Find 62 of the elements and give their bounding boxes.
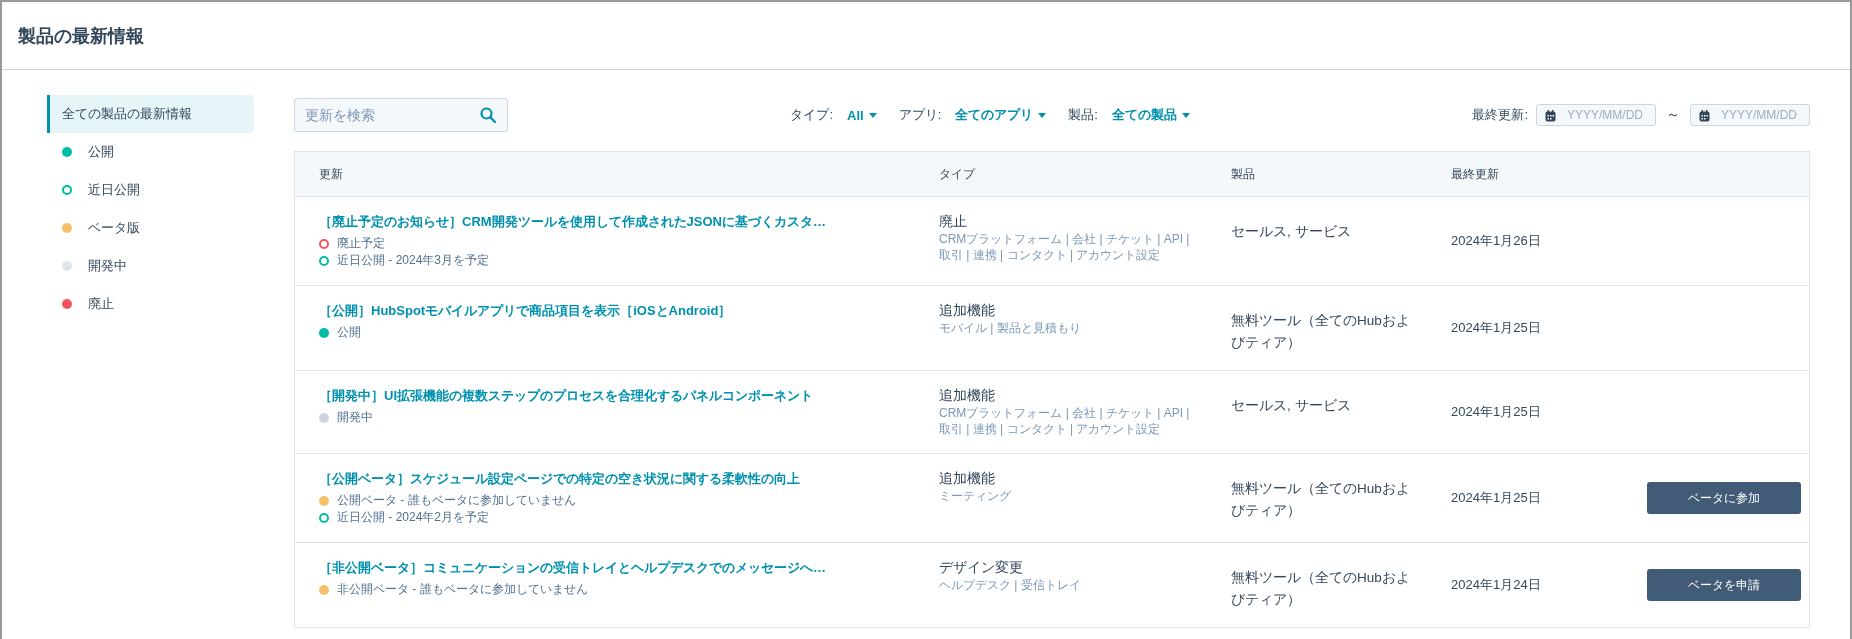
date-field[interactable]: YYYY/MM/DD (1536, 104, 1656, 126)
filter-dropdown[interactable]: 全ての製品 (1111, 106, 1190, 124)
product-text: 無料ツール（全てのHubおよびティア） (1231, 312, 1411, 352)
update-title-link[interactable]: ［非公開ベータ］コミュニケーションの受信トレイとヘルプデスクでのメッセージへ… (319, 559, 907, 577)
beta-button[interactable]: ベータを申請 (1647, 569, 1801, 601)
date-text: 2024年1月25日 (1451, 319, 1541, 337)
product-text: セールス, サービス (1231, 397, 1352, 415)
update-title-link[interactable]: ［公開］HubSpotモバイルアプリで商品項目を表示［iOSとAndroid］ (319, 302, 907, 320)
sidebar-item[interactable]: 近日公開 (47, 171, 254, 209)
filter-dropdown[interactable]: 全てのアプリ (955, 106, 1047, 124)
update-title-link[interactable]: ［廃止予定のお知らせ］CRM開発ツールを使用して作成されたJSONに基づくカスタ… (319, 213, 907, 231)
update-title-link[interactable]: ［開発中］UI拡張機能の複数ステップのプロセスを合理化するパネルコンポーネント (319, 387, 907, 405)
filter-dropdown[interactable]: All (847, 107, 877, 123)
tags-text: CRMプラットフォーム | 会社 | チケット | API | 取引 | 連携 | コンタクト | アカウント設定 (939, 231, 1191, 263)
update-title-link[interactable]: ［公開ベータ］スケジュール設定ページでの特定の空き状況に関する柔軟性の向上 (319, 470, 907, 488)
type-text: 追加機能 (939, 302, 996, 320)
sidebar-item[interactable]: 全ての製品の最新情報 (47, 95, 254, 133)
date-field[interactable]: YYYY/MM/DD (1690, 104, 1810, 126)
filter-label: 製品: (1068, 106, 1098, 124)
range-separator: ～ (1665, 106, 1681, 124)
product-text: 無料ツール（全てのHubおよびティア） (1231, 569, 1411, 609)
status-text: 公開 (337, 324, 361, 341)
column-header: 更新 (318, 165, 344, 183)
sidebar-item[interactable]: 廃止 (47, 285, 254, 323)
sidebar-item[interactable]: ベータ版 (47, 209, 254, 247)
status-text: 開発中 (337, 409, 373, 426)
calendar-icon (1699, 110, 1710, 122)
column-header: タイプ (938, 165, 977, 183)
tags-text: モバイル | 製品と見積もり (939, 320, 1082, 336)
column-header: 最終更新 (1450, 165, 1500, 183)
type-text: デザイン変更 (939, 559, 1024, 577)
product-text: 無料ツール（全てのHubおよびティア） (1231, 480, 1411, 520)
caret-icon (1038, 112, 1047, 118)
status-text: 廃止予定 (337, 235, 385, 252)
calendar-icon (1545, 110, 1556, 122)
date-text: 2024年1月25日 (1451, 489, 1541, 507)
beta-button[interactable]: ベータに参加 (1647, 482, 1801, 514)
type-text: 追加機能 (939, 387, 996, 405)
filter-label: アプリ: (898, 106, 942, 124)
date-text: 2024年1月25日 (1451, 403, 1541, 421)
search-field[interactable]: 更新を検索 (294, 98, 508, 132)
date-text: 2024年1月24日 (1451, 576, 1541, 594)
date-text: 2024年1月26日 (1451, 232, 1541, 250)
search-icon (480, 107, 496, 123)
date-label: 最終更新: (1472, 106, 1528, 124)
status-text: 近日公開 - 2024年3月を予定 (337, 252, 490, 269)
status-text: 非公開ベータ - 誰もベータに参加していません (337, 581, 588, 598)
status-text: 公開ベータ - 誰もベータに参加していません (337, 492, 576, 509)
tags-text: ヘルプデスク | 受信トレイ (939, 577, 1082, 593)
product-text: セールス, サービス (1231, 223, 1352, 241)
sidebar-item[interactable]: 公開 (47, 133, 254, 171)
sidebar-item[interactable]: 開発中 (47, 247, 254, 285)
type-text: 追加機能 (939, 470, 996, 488)
status-text: 近日公開 - 2024年2月を予定 (337, 509, 490, 526)
caret-icon (868, 112, 877, 118)
tags-text: CRMプラットフォーム | 会社 | チケット | API | 取引 | 連携 | コンタクト | アカウント設定 (939, 405, 1191, 437)
page-title: 製品の最新情報 (18, 24, 144, 48)
filter-label: タイプ: (790, 106, 834, 124)
type-text: 廃止 (939, 213, 968, 231)
column-header: 製品 (1230, 165, 1256, 183)
caret-icon (1181, 112, 1190, 118)
tags-text: ミーティング (939, 488, 1012, 504)
